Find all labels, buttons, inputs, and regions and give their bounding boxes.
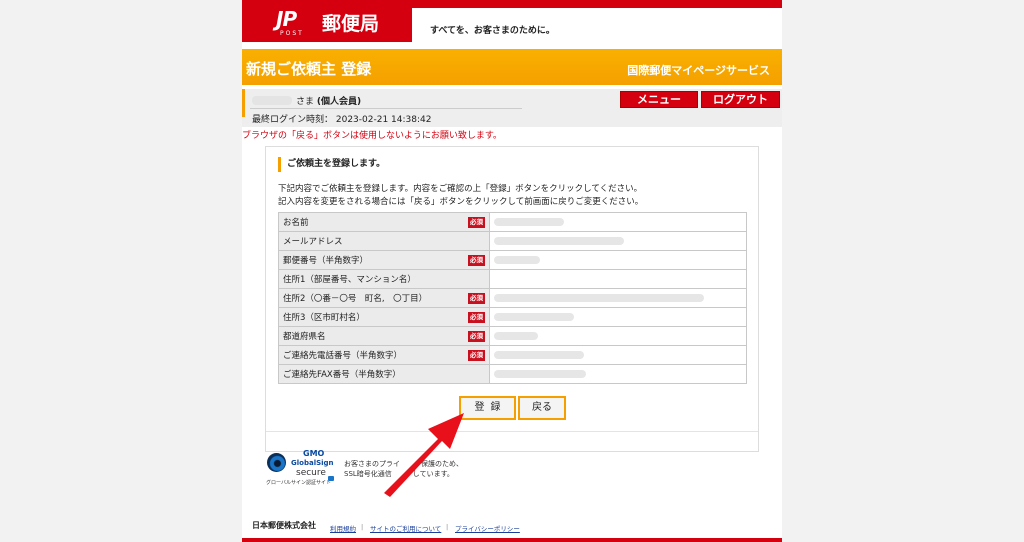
row-label-cell: 郵便番号（半角数字） 必須	[278, 250, 490, 270]
header-red-line	[412, 0, 782, 8]
registration-panel: ご依頼主を登録します。 下記内容でご依頼主を登録します。内容をご確認の上「登録」…	[265, 146, 759, 452]
redacted-value	[494, 312, 574, 321]
row-value-cell	[489, 250, 747, 270]
field-label: ご連絡先電話番号（半角数字）	[283, 351, 403, 361]
jp-post-mark-icon: JP	[276, 7, 297, 31]
required-badge: 必須	[468, 331, 485, 342]
row-value-cell	[489, 212, 747, 232]
table-row: 住所3（区市町村名） 必須	[278, 307, 747, 327]
table-row: 都道府県名 必須	[278, 326, 747, 346]
table-row: お名前 必須	[278, 212, 747, 232]
user-name-redacted	[252, 96, 292, 105]
user-greeting: さま (個人会員)	[296, 94, 361, 107]
pointer-arrow-icon	[384, 413, 464, 497]
field-label: ご連絡先FAX番号（半角数字）	[283, 370, 401, 380]
user-divider	[250, 108, 522, 109]
row-label-cell: メールアドレス	[278, 231, 490, 251]
globalsign-eye-icon[interactable]	[267, 453, 286, 472]
footer-red-line	[242, 538, 782, 542]
table-row: ご連絡先電話番号（半角数字） 必須	[278, 345, 747, 365]
page-title: 新規ご依頼主 登録	[246, 60, 372, 78]
gmo-label: GMO	[303, 449, 325, 458]
footer-separator: |	[361, 523, 364, 531]
row-value-cell	[489, 307, 747, 327]
required-badge: 必須	[468, 255, 485, 266]
row-label-cell: 住所2（〇番－〇号 町名, 〇丁目） 必須	[278, 288, 490, 308]
table-row: 住所1（部屋番号、マンション名）	[278, 269, 747, 289]
field-label: 住所2（〇番－〇号 町名, 〇丁目）	[283, 294, 428, 304]
last-login-time: 最終ログイン時刻： 2023-02-21 14:38:42	[252, 115, 432, 125]
description-line-2: 記入内容を変更をされる場合には「戻る」ボタンをクリックして前画面に戻りご変更くだ…	[278, 197, 644, 207]
site-usage-link[interactable]: サイトのご利用について	[370, 523, 441, 533]
table-row: ご連絡先FAX番号（半角数字）	[278, 364, 747, 384]
secure-label: secure	[296, 468, 326, 478]
required-badge: 必須	[468, 293, 485, 304]
logo-sub-text: POST	[280, 30, 304, 37]
lock-icon	[328, 476, 334, 481]
row-value-cell	[489, 269, 747, 289]
member-type: (個人会員)	[316, 97, 362, 107]
field-label: 住所1（部屋番号、マンション名）	[283, 275, 416, 285]
title-bar: 新規ご依頼主 登録 国際郵便マイページサービス	[242, 49, 782, 85]
redacted-value	[494, 293, 704, 302]
menu-button[interactable]: メニュー	[620, 91, 698, 108]
site-header: JP POST 郵便局 すべてを、お客さまのために。	[242, 0, 782, 44]
row-label-cell: ご連絡先FAX番号（半角数字）	[278, 364, 490, 384]
required-badge: 必須	[468, 350, 485, 361]
field-label: お名前	[283, 218, 309, 228]
redacted-value	[494, 217, 564, 226]
field-label: 郵便番号（半角数字）	[283, 256, 369, 266]
table-row: 郵便番号（半角数字） 必須	[278, 250, 747, 270]
back-button[interactable]: 戻る	[518, 396, 566, 420]
confirmation-table: お名前 必須 メールアドレス 郵便番号（半角数字） 必須 住所1（部屋番号、マンショ…	[278, 212, 747, 384]
user-suffix: さま	[296, 97, 315, 107]
logo-text: 郵便局	[322, 13, 380, 35]
back-button-warning: ブラウザの「戻る」ボタンは使用しないようにお願い致します。	[242, 131, 502, 141]
footer-company-name: 日本郵便株式会社	[252, 521, 316, 530]
footer-separator: |	[446, 523, 449, 531]
redacted-value	[494, 236, 624, 245]
user-info-bar: さま (個人会員) 最終ログイン時刻： 2023-02-21 14:38:42 …	[242, 89, 782, 127]
redacted-value	[494, 255, 540, 264]
tagline: すべてを、お客さまのために。	[430, 26, 555, 36]
privacy-policy-link[interactable]: プライバシーポリシー	[455, 523, 520, 533]
terms-link[interactable]: 利用規約	[330, 523, 356, 533]
field-label: メールアドレス	[283, 237, 343, 247]
row-label-cell: 住所3（区市町村名） 必須	[278, 307, 490, 327]
row-label-cell: 都道府県名 必須	[278, 326, 490, 346]
redacted-value	[494, 331, 538, 340]
description-line-1: 下記内容でご依頼主を登録します。内容をご確認の上「登録」ボタンをクリックしてくだ…	[278, 184, 643, 194]
table-row: メールアドレス	[278, 231, 747, 251]
row-value-cell	[489, 288, 747, 308]
row-value-cell	[489, 326, 747, 346]
service-name: 国際郵便マイページサービス	[627, 64, 770, 77]
row-label-cell: 住所1（部屋番号、マンション名）	[278, 269, 490, 289]
user-accent-bar	[242, 89, 245, 117]
redacted-value	[494, 350, 584, 359]
required-badge: 必須	[468, 312, 485, 323]
globalsign-label: GlobalSign	[291, 459, 334, 467]
required-badge: 必須	[468, 217, 485, 228]
logout-button[interactable]: ログアウト	[701, 91, 780, 108]
row-value-cell	[489, 364, 747, 384]
panel-divider	[266, 431, 758, 432]
japan-post-logo[interactable]: JP POST 郵便局	[242, 0, 412, 42]
field-label: 住所3（区市町村名）	[283, 313, 365, 323]
row-value-cell	[489, 231, 747, 251]
redacted-value	[494, 369, 586, 378]
section-heading: ご依頼主を登録します。	[278, 157, 385, 172]
globalsign-site-label: グローバルサイン認証サイト	[266, 480, 331, 486]
row-value-cell	[489, 345, 747, 365]
row-label-cell: お名前 必須	[278, 212, 490, 232]
table-row: 住所2（〇番－〇号 町名, 〇丁目） 必須	[278, 288, 747, 308]
row-label-cell: ご連絡先電話番号（半角数字） 必須	[278, 345, 490, 365]
field-label: 都道府県名	[283, 332, 326, 342]
